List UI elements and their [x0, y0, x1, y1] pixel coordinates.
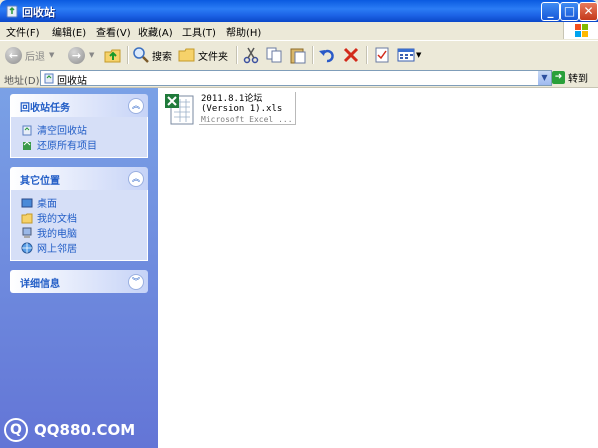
undo-icon: [319, 49, 334, 63]
link-label: 网上邻居: [37, 244, 77, 255]
details-panel: 详细信息 ︾: [10, 270, 148, 293]
back-dropdown-icon: ▼: [49, 51, 55, 59]
file-type: Microsoft Excel ...: [201, 115, 293, 124]
file-name-line: 2011.8.1论坛: [201, 94, 263, 104]
address-bar: 地址(D) 回收站 ▼ ➜ 转到: [0, 69, 598, 88]
views-dropdown-icon: ▼: [416, 51, 422, 59]
forward-button[interactable]: → ▼: [68, 44, 94, 66]
link-label: 我的文档: [37, 214, 77, 225]
address-label: 地址(D): [4, 76, 40, 87]
folders-icon: [178, 48, 195, 62]
properties-icon: [375, 47, 389, 63]
go-button[interactable]: ➜ 转到: [552, 70, 588, 85]
link-label: 桌面: [37, 199, 57, 210]
search-label: 搜索: [152, 51, 172, 63]
excel-file-icon: [165, 94, 194, 125]
link-label: 我的电脑: [37, 229, 77, 240]
back-label: 后退: [25, 51, 45, 63]
go-label: 转到: [568, 74, 588, 85]
forward-arrow-icon: →: [68, 46, 85, 64]
watermark: Q QQ880.COM: [4, 418, 135, 442]
menu-file[interactable]: 文件(F): [6, 24, 40, 39]
collapse-chevron-icon[interactable]: ︽: [128, 98, 144, 114]
restore-icon: [23, 140, 31, 150]
recycle-bin-tasks-panel: 回收站任务 ︽ 清空回收站 还原所有项目: [10, 94, 148, 158]
empty-recycle-bin-link[interactable]: 清空回收站: [21, 122, 147, 137]
title-bar[interactable]: 回收站 _ □ ✕: [0, 0, 598, 22]
panel-header[interactable]: 回收站任务 ︽: [10, 94, 148, 117]
menu-favorites[interactable]: 收藏(A): [138, 24, 173, 39]
up-folder-icon: [104, 49, 121, 63]
panel-header[interactable]: 其它位置 ︽: [10, 167, 148, 190]
views-button[interactable]: ▼: [397, 44, 421, 66]
back-arrow-icon: ←: [5, 46, 22, 64]
explorer-window: 回收站 _ □ ✕ 文件(F) 编辑(E) 查看(V) 收藏(A) 工具(T) …: [0, 0, 598, 448]
address-dropdown-icon[interactable]: ▼: [538, 71, 551, 85]
panel-title: 回收站任务: [20, 103, 70, 114]
window-title: 回收站: [22, 6, 55, 19]
close-button[interactable]: ✕: [579, 2, 598, 21]
file-name-line: (Version 1).xls: [201, 104, 283, 114]
link-label: 清空回收站: [37, 126, 87, 137]
network-places-link[interactable]: 网上邻居: [21, 240, 147, 255]
up-folder-button[interactable]: [103, 44, 123, 66]
recycle-bin-icon: [22, 125, 32, 135]
minimize-button[interactable]: _: [541, 2, 560, 21]
go-arrow-icon: ➜: [552, 71, 565, 84]
other-places-panel: 其它位置 ︽ 桌面 我的文档 我的电脑 网上邻居: [10, 167, 148, 261]
recycle-bin-icon: [6, 5, 18, 18]
address-input[interactable]: 回收站 ▼: [40, 70, 552, 87]
folders-button[interactable]: 文件夹: [178, 44, 228, 66]
recycle-bin-icon: [44, 73, 54, 84]
scissors-icon: [243, 47, 259, 64]
menu-help[interactable]: 帮助(H): [226, 24, 261, 39]
address-value: 回收站: [57, 76, 87, 87]
paste-icon: [290, 48, 306, 64]
maximize-button[interactable]: □: [560, 2, 579, 21]
restore-all-items-link[interactable]: 还原所有项目: [21, 137, 147, 152]
copy-button[interactable]: [265, 44, 283, 66]
file-list[interactable]: 2011.8.1论坛 (Version 1).xls Microsoft Exc…: [158, 88, 598, 448]
file-item[interactable]: 2011.8.1论坛 (Version 1).xls Microsoft Exc…: [163, 92, 298, 126]
cut-button[interactable]: [242, 44, 260, 66]
delete-button[interactable]: [342, 44, 360, 66]
watermark-text: QQ880.COM: [34, 421, 136, 439]
folders-label: 文件夹: [198, 51, 228, 63]
file-name: 2011.8.1论坛 (Version 1).xls: [201, 94, 282, 114]
menu-edit[interactable]: 编辑(E): [52, 24, 86, 39]
my-documents-link[interactable]: 我的文档: [21, 210, 147, 225]
menu-tools[interactable]: 工具(T): [182, 24, 216, 39]
standard-toolbar: ← 后退 ▼ → ▼ 搜索 文件夹 ▼: [0, 40, 598, 70]
watermark-symbol: Q: [4, 418, 28, 442]
panel-header[interactable]: 详细信息 ︾: [10, 270, 148, 293]
views-icon: [397, 48, 415, 62]
panel-title: 其它位置: [20, 176, 60, 187]
collapse-chevron-icon[interactable]: ︽: [128, 171, 144, 187]
expand-chevron-icon[interactable]: ︾: [128, 274, 144, 290]
my-computer-link[interactable]: 我的电脑: [21, 225, 147, 240]
panel-title: 详细信息: [20, 279, 60, 290]
my-documents-icon: [21, 213, 33, 223]
my-computer-icon: [22, 227, 32, 238]
paste-button[interactable]: [289, 44, 307, 66]
forward-dropdown-icon: ▼: [89, 51, 95, 59]
link-label: 还原所有项目: [37, 141, 97, 152]
copy-icon: [266, 47, 282, 63]
menu-bar: 文件(F) 编辑(E) 查看(V) 收藏(A) 工具(T) 帮助(H): [0, 22, 598, 39]
desktop-icon: [21, 198, 33, 207]
desktop-link[interactable]: 桌面: [21, 195, 147, 210]
undo-button[interactable]: [318, 44, 336, 66]
network-icon: [21, 242, 33, 253]
delete-icon: [343, 47, 359, 63]
task-pane: 回收站任务 ︽ 清空回收站 还原所有项目 其它位置 ︽ 桌面 我的文档 我的电脑…: [0, 88, 158, 448]
menu-view[interactable]: 查看(V): [96, 24, 131, 39]
search-button[interactable]: 搜索: [132, 44, 172, 66]
windows-logo: [563, 22, 598, 39]
search-icon: [133, 47, 149, 63]
properties-button[interactable]: [373, 44, 391, 66]
back-button[interactable]: ← 后退 ▼: [5, 44, 54, 66]
